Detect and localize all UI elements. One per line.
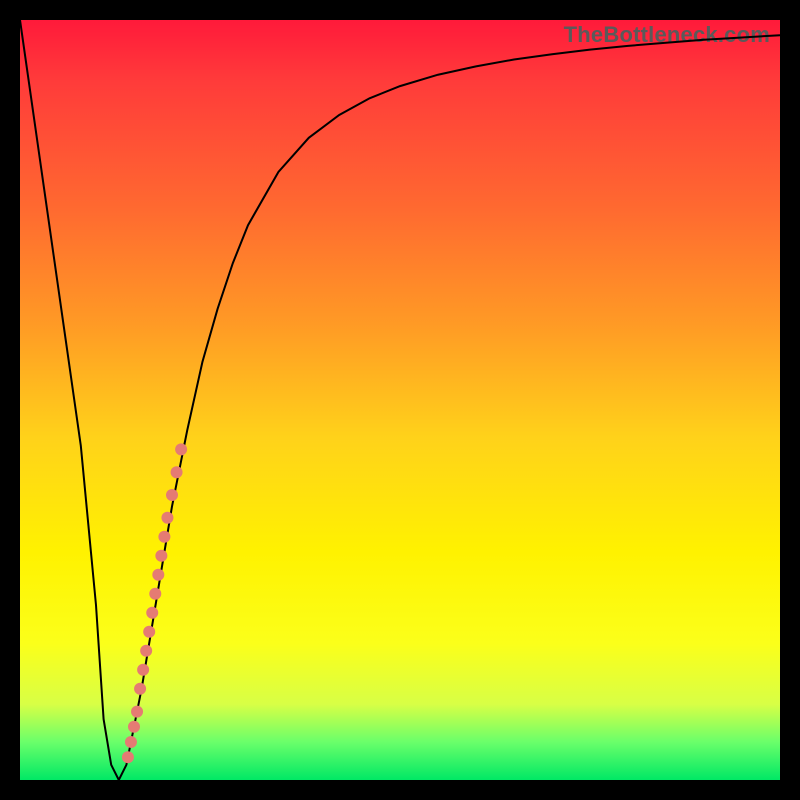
data-point <box>146 607 158 619</box>
data-point <box>171 466 183 478</box>
data-point <box>140 645 152 657</box>
plot-area: TheBottleneck.com <box>20 20 780 780</box>
data-points <box>122 443 187 763</box>
chart-frame: TheBottleneck.com <box>0 0 800 800</box>
data-point <box>152 569 164 581</box>
data-point <box>125 736 137 748</box>
data-point <box>166 489 178 501</box>
data-point <box>122 751 134 763</box>
data-point <box>149 588 161 600</box>
data-point <box>137 664 149 676</box>
data-point <box>161 512 173 524</box>
data-point <box>128 721 140 733</box>
bottleneck-curve <box>20 20 780 780</box>
data-point <box>134 683 146 695</box>
data-point <box>131 706 143 718</box>
data-point <box>158 531 170 543</box>
data-point <box>175 443 187 455</box>
chart-overlay <box>20 20 780 780</box>
data-point <box>155 550 167 562</box>
data-point <box>143 626 155 638</box>
